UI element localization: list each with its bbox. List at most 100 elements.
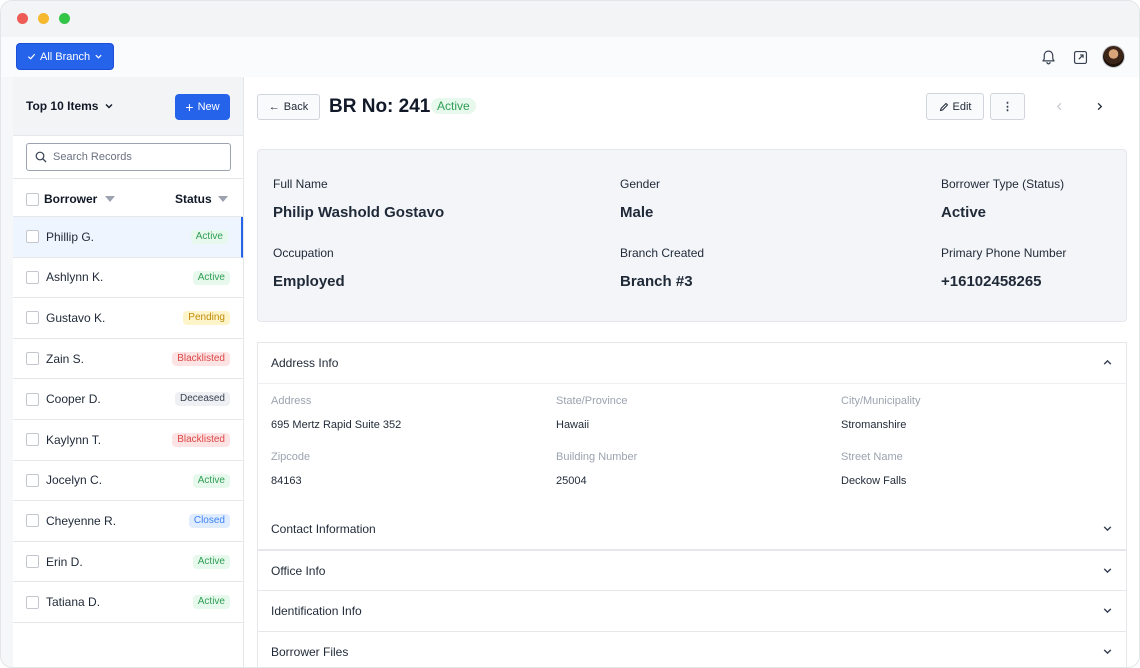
borrower-summary-card: Full Name Philip Washold Gostavo Gender … bbox=[257, 149, 1127, 322]
contact-info-header[interactable]: Contact Information bbox=[258, 509, 1126, 549]
row-checkbox[interactable] bbox=[26, 555, 39, 569]
contact-info-title: Contact Information bbox=[271, 522, 376, 536]
status-badge: Active bbox=[190, 230, 228, 244]
row-checkbox[interactable] bbox=[26, 433, 39, 447]
list-item[interactable]: Gustavo K. Pending bbox=[13, 298, 243, 339]
list-item[interactable]: Zain S. Blacklisted bbox=[13, 338, 243, 380]
maximize-window-button[interactable] bbox=[59, 13, 70, 24]
occupation-value: Employed bbox=[273, 273, 345, 290]
row-checkbox[interactable] bbox=[26, 352, 39, 366]
row-checkbox[interactable] bbox=[26, 595, 39, 609]
chevron-down-icon bbox=[1103, 526, 1112, 532]
chevron-down-icon bbox=[1103, 568, 1112, 574]
borrower-name: Ashlynn K. bbox=[46, 270, 104, 285]
list-item[interactable]: Cheyenne R. Closed bbox=[13, 501, 243, 542]
external-link-icon[interactable] bbox=[1070, 47, 1090, 67]
borrower-name: Cheyenne R. bbox=[46, 513, 117, 528]
borrower-name: Zain S. bbox=[46, 351, 85, 366]
list-item[interactable]: Phillip G. Active bbox=[13, 217, 243, 258]
borrower-name: Tatiana D. bbox=[46, 595, 101, 610]
identification-info-header[interactable]: Identification Info bbox=[258, 591, 1126, 631]
status-badge: Blacklisted bbox=[172, 432, 230, 447]
row-checkbox[interactable] bbox=[26, 392, 39, 406]
previous-record-button[interactable] bbox=[1052, 99, 1066, 113]
arrow-left-icon: ← bbox=[268, 101, 280, 113]
address-field: Address 695 Mertz Rapid Suite 352 bbox=[271, 395, 401, 431]
full-name-label: Full Name bbox=[273, 177, 328, 191]
check-icon bbox=[27, 53, 36, 60]
all-branch-button[interactable]: All Branch bbox=[16, 43, 115, 70]
building-number-label: Building Number bbox=[556, 451, 638, 463]
records-list-panel: Top 10 Items + New Borrower Status bbox=[13, 77, 244, 667]
phone-field: Primary Phone Number +16102458265 bbox=[941, 246, 1066, 290]
borrower-files-title: Borrower Files bbox=[271, 645, 349, 659]
status-badge: Pending bbox=[183, 311, 230, 326]
borrower-files-header[interactable]: Borrower Files bbox=[258, 632, 1126, 667]
status-column-header[interactable]: Status bbox=[175, 192, 228, 206]
sort-down-icon bbox=[105, 196, 116, 202]
list-item[interactable]: Kaylynn T. Blacklisted bbox=[13, 419, 243, 461]
search-input[interactable] bbox=[53, 151, 223, 163]
zipcode-value: 84163 bbox=[271, 475, 302, 487]
new-record-button[interactable]: + New bbox=[175, 94, 230, 120]
office-info-title: Office Info bbox=[271, 564, 326, 578]
status-badge: Active bbox=[431, 98, 476, 114]
minimize-window-button[interactable] bbox=[38, 13, 49, 24]
borrower-name: Phillip G. bbox=[46, 229, 95, 244]
gender-label: Gender bbox=[620, 177, 661, 191]
record-detail-panel: ← Back BR No: 241 Active Edit ⋮ Full Nam… bbox=[244, 77, 1139, 667]
borrower-column-label: Borrower bbox=[44, 192, 98, 206]
office-info-header[interactable]: Office Info bbox=[258, 551, 1126, 591]
address-info-body: Address 695 Mertz Rapid Suite 352 State/… bbox=[258, 383, 1126, 511]
status-badge: Active bbox=[192, 554, 230, 569]
search-icon bbox=[35, 151, 47, 163]
next-record-button[interactable] bbox=[1092, 99, 1106, 113]
phone-value: +16102458265 bbox=[941, 273, 1042, 290]
all-branch-label: All Branch bbox=[40, 50, 91, 63]
row-checkbox[interactable] bbox=[26, 311, 39, 325]
row-checkbox[interactable] bbox=[26, 473, 39, 487]
status-badge: Active bbox=[192, 473, 230, 488]
address-info-section: Address Info Address 695 Mertz Rapid Sui… bbox=[257, 342, 1127, 512]
more-options-button[interactable]: ⋮ bbox=[990, 93, 1025, 120]
address-info-title: Address Info bbox=[271, 356, 339, 370]
list-column-header: Borrower Status bbox=[13, 178, 243, 217]
borrower-type-label: Borrower Type (Status) bbox=[941, 177, 1065, 191]
close-window-button[interactable] bbox=[17, 13, 28, 24]
back-button[interactable]: ← Back bbox=[257, 94, 320, 120]
list-item[interactable]: Erin D. Active bbox=[13, 541, 243, 583]
status-badge: Active bbox=[192, 595, 230, 610]
borrower-column-header[interactable]: Borrower bbox=[26, 192, 116, 206]
chevron-up-icon bbox=[1103, 359, 1112, 365]
street-name-value: Deckow Falls bbox=[841, 475, 907, 487]
status-column-label: Status bbox=[175, 192, 212, 206]
bell-icon[interactable] bbox=[1038, 47, 1058, 67]
search-box bbox=[26, 143, 231, 171]
row-checkbox[interactable] bbox=[26, 514, 39, 528]
status-badge: Closed bbox=[188, 514, 230, 529]
address-info-header[interactable]: Address Info bbox=[258, 343, 1126, 383]
row-checkbox[interactable] bbox=[26, 230, 39, 244]
more-vertical-icon: ⋮ bbox=[1002, 101, 1013, 113]
building-number-value: 25004 bbox=[556, 475, 587, 487]
top-items-dropdown[interactable]: Top 10 Items bbox=[26, 99, 114, 113]
plus-icon: + bbox=[185, 99, 194, 115]
street-name-field: Street Name Deckow Falls bbox=[841, 451, 906, 487]
chevron-left-icon bbox=[1056, 102, 1061, 110]
borrower-name: Gustavo K. bbox=[46, 310, 106, 325]
user-avatar[interactable] bbox=[1102, 45, 1125, 68]
chevron-right-icon bbox=[1097, 102, 1102, 110]
borrower-type-field: Borrower Type (Status) Active bbox=[941, 177, 1064, 221]
address-label: Address bbox=[271, 395, 312, 407]
list-item[interactable]: Ashlynn K. Active bbox=[13, 257, 243, 299]
list-item[interactable]: Cooper D. Deceased bbox=[13, 379, 243, 420]
status-badge: Blacklisted bbox=[172, 351, 230, 366]
row-checkbox[interactable] bbox=[26, 270, 39, 284]
edit-button[interactable]: Edit bbox=[926, 93, 984, 120]
branch-created-field: Branch Created Branch #3 bbox=[620, 246, 704, 290]
select-all-checkbox[interactable] bbox=[26, 192, 39, 206]
pencil-icon bbox=[939, 102, 948, 111]
page-title: BR No: 241 bbox=[329, 96, 431, 117]
list-item[interactable]: Jocelyn C. Active bbox=[13, 460, 243, 502]
list-item[interactable]: Tatiana D. Active bbox=[13, 582, 243, 623]
